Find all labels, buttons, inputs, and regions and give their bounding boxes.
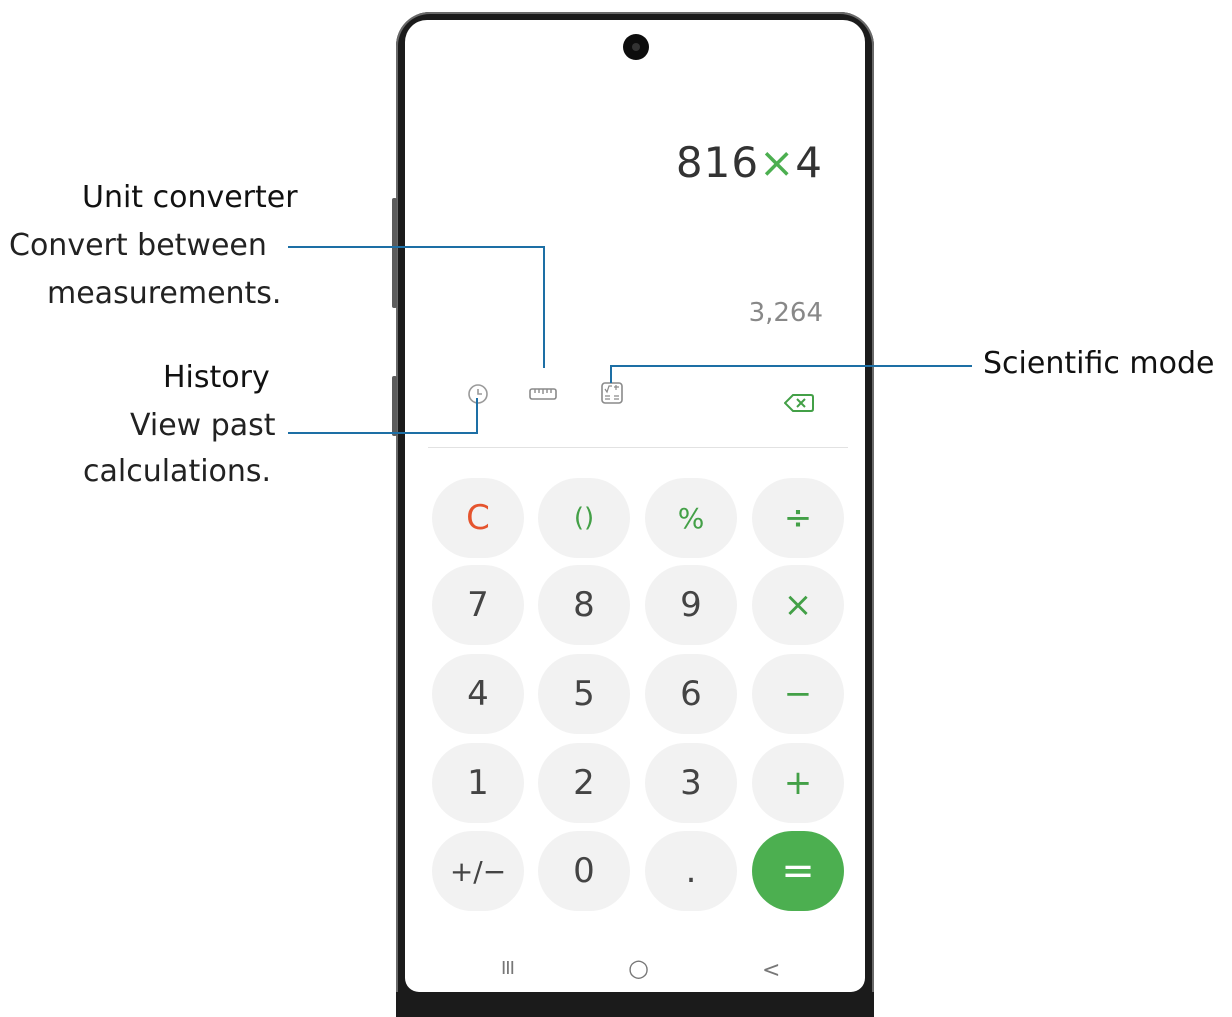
divide-key[interactable]: ÷	[752, 478, 844, 558]
camera-icon	[623, 34, 649, 60]
digit-2-key[interactable]: 2	[538, 743, 630, 823]
expression-operator: ×	[759, 138, 796, 187]
history-desc-1: View past	[130, 408, 276, 443]
phone-bottom-bezel	[396, 992, 874, 1017]
digit-4-key[interactable]: 4	[432, 654, 524, 734]
parentheses-key[interactable]: ()	[538, 478, 630, 558]
ruler-icon[interactable]	[529, 386, 557, 405]
expression-left: 816	[675, 138, 760, 187]
history-desc-2: calculations.	[83, 454, 272, 489]
percent-key[interactable]: %	[645, 478, 737, 558]
result-preview: 3,264	[748, 298, 823, 328]
digit-9-key[interactable]: 9	[645, 565, 737, 645]
digit-1-key[interactable]: 1	[432, 743, 524, 823]
minus-key[interactable]: −	[752, 654, 844, 734]
unit-converter-title: Unit converter	[82, 180, 298, 215]
scientific-leader-vertical	[610, 365, 612, 383]
calculator-screen: 816×4 3,264 C () % ÷ 7 8 9 × 4 5 6 − 1 2…	[405, 20, 865, 992]
history-leader-vertical	[476, 398, 478, 434]
plus-minus-key[interactable]: +/−	[432, 831, 524, 911]
scientific-icon[interactable]	[601, 382, 623, 408]
clear-key[interactable]: C	[432, 478, 524, 558]
history-title: History	[163, 360, 270, 395]
history-leader	[288, 432, 478, 434]
unit-converter-leader-vertical	[543, 246, 545, 368]
plus-key[interactable]: +	[752, 743, 844, 823]
recents-nav-button[interactable]: III	[501, 958, 515, 979]
multiply-key[interactable]: ×	[752, 565, 844, 645]
decimal-key[interactable]: .	[645, 831, 737, 911]
equals-key[interactable]: =	[752, 831, 844, 911]
unit-converter-desc-1: Convert between	[9, 228, 267, 263]
expression-display[interactable]: 816×4	[676, 138, 823, 187]
display-divider	[428, 447, 848, 448]
scientific-mode-title: Scientific mode	[983, 346, 1215, 381]
digit-0-key[interactable]: 0	[538, 831, 630, 911]
back-nav-button[interactable]: <	[762, 958, 780, 983]
digit-5-key[interactable]: 5	[538, 654, 630, 734]
history-icon[interactable]	[467, 383, 489, 409]
unit-converter-desc-2: measurements.	[47, 276, 282, 311]
phone-side-button	[392, 376, 397, 436]
home-nav-button[interactable]: ○	[628, 954, 649, 982]
backspace-icon[interactable]	[783, 393, 814, 417]
digit-7-key[interactable]: 7	[432, 565, 524, 645]
scientific-leader	[610, 365, 972, 367]
phone-side-button	[392, 198, 397, 308]
unit-converter-leader	[288, 246, 545, 248]
digit-3-key[interactable]: 3	[645, 743, 737, 823]
digit-6-key[interactable]: 6	[645, 654, 737, 734]
expression-right: 4	[795, 138, 823, 187]
digit-8-key[interactable]: 8	[538, 565, 630, 645]
